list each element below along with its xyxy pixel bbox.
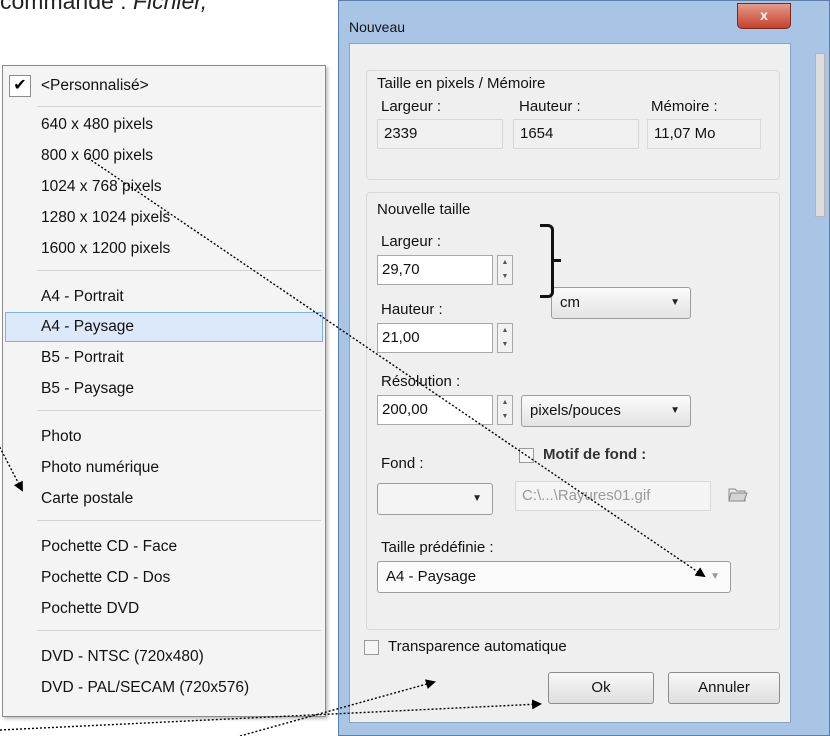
list-item[interactable]: 1280 x 1024 pixels	[41, 203, 170, 233]
resolution-unit-select[interactable]: pixels/pouces ▼	[521, 395, 691, 427]
resolution-input[interactable]: 200,00	[377, 395, 493, 425]
width-label: Largeur :	[381, 233, 442, 250]
unit-select[interactable]: cm ▼	[551, 287, 691, 319]
pattern-file-field: C:\...\Rayures01.gif	[515, 481, 711, 511]
ok-button[interactable]: Ok	[548, 672, 654, 704]
auto-transparency-label: Transparence automatique	[388, 638, 567, 655]
list-item[interactable]: Photo numérique	[41, 453, 159, 483]
chevron-down-icon: ▼	[670, 297, 680, 308]
close-icon: x	[760, 7, 768, 23]
caption-italic-text: Fichier,	[132, 0, 208, 14]
new-image-dialog: Nouveau x Taille en pixels / Mémoire Lar…	[338, 0, 830, 736]
memory-value: 11,07 Mo	[647, 119, 761, 149]
list-item[interactable]: B5 - Portrait	[41, 343, 124, 373]
chevron-down-icon: ▼	[710, 571, 720, 582]
scrollbar[interactable]	[815, 53, 825, 217]
width-input[interactable]: 29,70	[377, 255, 493, 285]
preset-size-dropdown-list[interactable]: ✔ <Personnalisé> 640 x 480 pixels 800 x …	[2, 65, 326, 717]
pixel-width-value: 2339	[377, 119, 503, 149]
height-input[interactable]: 21,00	[377, 323, 493, 353]
width-spinner[interactable]: ▲ ▼	[497, 255, 513, 285]
list-item[interactable]: DVD - NTSC (720x480)	[41, 642, 204, 672]
dialog-title: Nouveau	[349, 19, 406, 35]
preset-size-label: Taille prédéfinie :	[381, 539, 494, 556]
list-separator	[37, 410, 321, 411]
memory-label: Mémoire :	[651, 98, 718, 115]
list-item[interactable]: 800 x 600 pixels	[41, 141, 153, 171]
list-item[interactable]: 1600 x 1200 pixels	[41, 234, 170, 264]
list-item[interactable]: DVD - PAL/SECAM (720x576)	[41, 673, 249, 703]
spin-down-icon[interactable]: ▼	[498, 270, 512, 284]
spin-up-icon[interactable]: ▲	[498, 396, 512, 410]
auto-transparency-checkbox[interactable]	[364, 640, 379, 655]
list-item[interactable]: 1024 x 768 pixels	[41, 172, 162, 202]
spin-down-icon[interactable]: ▼	[498, 410, 512, 424]
close-button[interactable]: x	[737, 3, 791, 29]
list-item[interactable]: 640 x 480 pixels	[41, 110, 153, 140]
pixel-group-title: Taille en pixels / Mémoire	[377, 75, 546, 92]
background-label: Fond :	[381, 455, 424, 472]
list-item[interactable]: Carte postale	[41, 484, 133, 514]
list-separator	[37, 520, 321, 521]
list-separator	[37, 630, 321, 631]
resolution-unit-value: pixels/pouces	[530, 402, 621, 419]
height-label: Hauteur :	[381, 301, 443, 318]
document-caption: commande : Fichier,	[0, 0, 207, 15]
brace-decoration	[540, 224, 554, 298]
cancel-button[interactable]: Annuler	[668, 672, 780, 704]
resolution-label: Résolution :	[381, 373, 461, 390]
preset-size-select[interactable]: A4 - Paysage ▼	[377, 561, 731, 593]
brace-tick	[553, 259, 561, 262]
list-item[interactable]: B5 - Paysage	[41, 374, 134, 404]
pixel-height-value: 1654	[513, 119, 639, 149]
unit-select-value: cm	[560, 294, 580, 311]
list-item[interactable]: Pochette CD - Face	[41, 532, 177, 562]
list-item[interactable]: Pochette DVD	[41, 594, 139, 624]
new-size-group: Nouvelle taille Largeur : 29,70 ▲ ▼ Haut…	[366, 192, 780, 630]
spin-up-icon[interactable]: ▲	[498, 324, 512, 338]
pixel-width-label: Largeur :	[381, 98, 442, 115]
height-spinner[interactable]: ▲ ▼	[497, 323, 513, 353]
list-item-selected[interactable]: A4 - Paysage	[41, 312, 134, 342]
dialog-client-area: Taille en pixels / Mémoire Largeur : Hau…	[349, 43, 791, 723]
caption-text: commande :	[0, 0, 133, 14]
preset-size-value: A4 - Paysage	[386, 568, 477, 585]
list-separator	[37, 106, 321, 107]
spin-down-icon[interactable]: ▼	[498, 338, 512, 352]
spin-up-icon[interactable]: ▲	[498, 256, 512, 270]
pattern-label: Motif de fond :	[543, 446, 647, 463]
resolution-spinner[interactable]: ▲ ▼	[497, 395, 513, 425]
list-item[interactable]: Photo	[41, 422, 82, 452]
list-separator	[37, 270, 321, 271]
list-item-personnalise[interactable]: <Personnalisé>	[41, 71, 149, 101]
list-item[interactable]: Pochette CD - Dos	[41, 563, 170, 593]
pattern-checkbox[interactable]	[519, 448, 534, 463]
background-color-select[interactable]: ▼	[377, 483, 493, 515]
chevron-down-icon: ▼	[670, 405, 680, 416]
folder-open-icon[interactable]	[727, 483, 749, 505]
pixel-height-label: Hauteur :	[519, 98, 581, 115]
checkmark-icon: ✔	[9, 75, 31, 97]
new-size-group-title: Nouvelle taille	[377, 201, 471, 218]
list-item[interactable]: A4 - Portrait	[41, 282, 124, 312]
chevron-down-icon: ▼	[472, 493, 482, 504]
pixel-size-group: Taille en pixels / Mémoire Largeur : Hau…	[366, 70, 780, 180]
